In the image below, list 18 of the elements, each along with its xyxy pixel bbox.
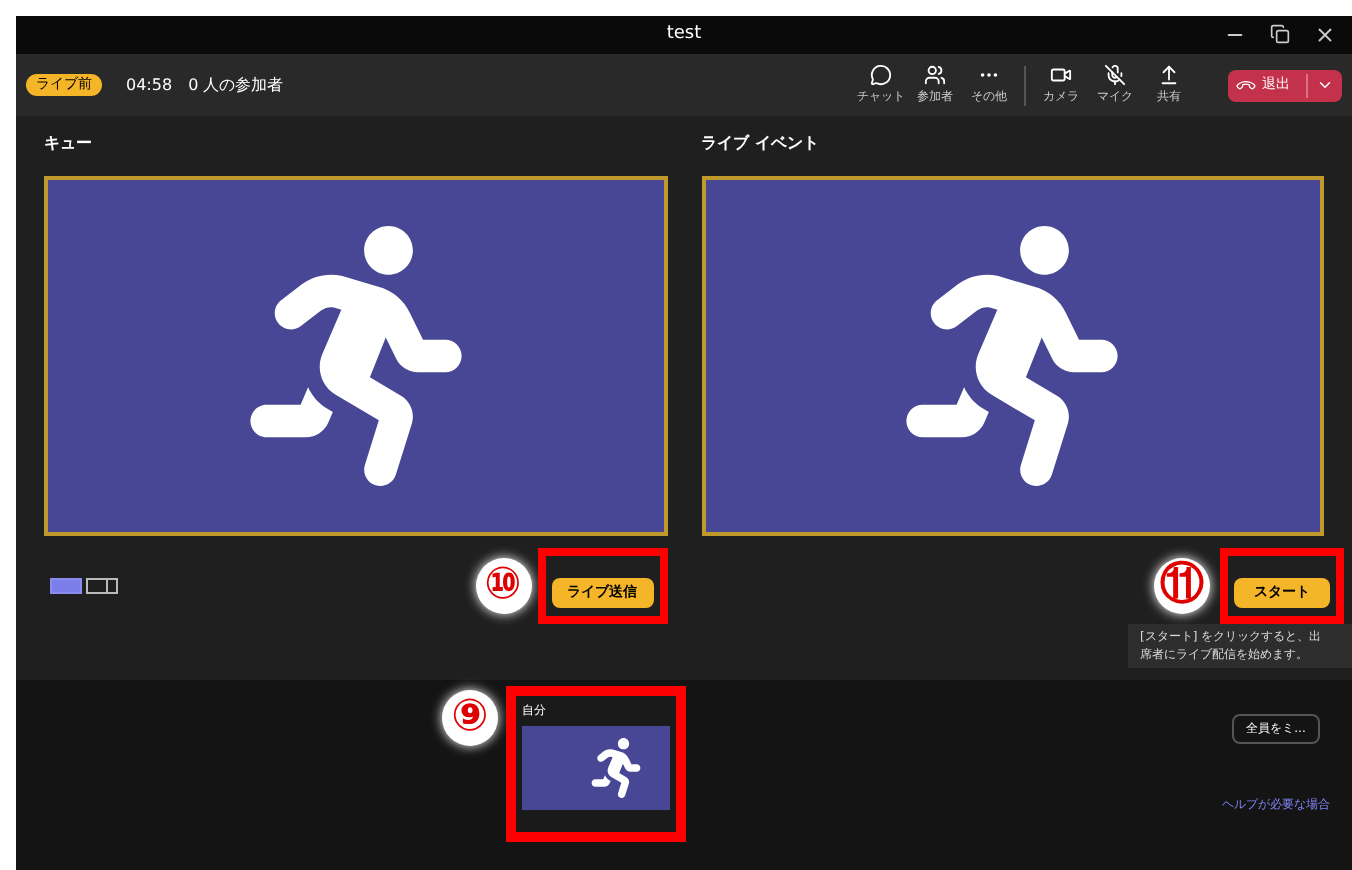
step-number: ⑪ [1154, 558, 1210, 614]
meeting-timer: 04:58 [126, 73, 173, 97]
participant-count: 0 人の参加者 [188, 73, 284, 97]
runner-icon [586, 738, 646, 798]
panel-title: キュー [44, 132, 94, 156]
people-icon [924, 64, 946, 86]
caret-icon [1316, 76, 1334, 94]
restore-icon[interactable] [1270, 24, 1291, 44]
window-title: test [666, 21, 702, 48]
camera-icon [1050, 64, 1072, 86]
close-icon[interactable] [1314, 24, 1337, 46]
share-icon [1158, 64, 1180, 86]
step-number: ⑨ [442, 690, 498, 746]
split-layout-button[interactable] [86, 578, 118, 594]
chat-icon [870, 64, 892, 86]
mic-off-icon [1104, 64, 1126, 86]
step-number: ⑩ [475, 558, 531, 614]
panel-title: ライブ イベント [701, 132, 821, 156]
